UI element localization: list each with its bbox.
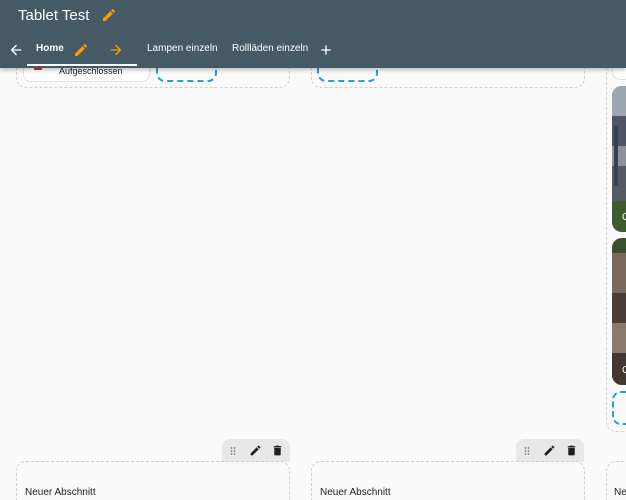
- delete-section-button[interactable]: [560, 440, 582, 462]
- add-card-button[interactable]: [612, 391, 626, 425]
- view-tabs: Home Lampen einzeln Rollläden einzeln: [0, 36, 626, 66]
- new-section-title: Neuer Abschnitt: [25, 487, 96, 498]
- camera-name: G: [622, 365, 626, 376]
- camera-image: [612, 86, 626, 232]
- arrow-right-icon: [110, 44, 122, 56]
- title-row: Tablet Test: [18, 6, 117, 24]
- tab-lampen-einzeln[interactable]: Lampen einzeln: [147, 43, 218, 54]
- drag-handle[interactable]: [516, 440, 538, 462]
- drag-icon: [230, 446, 236, 455]
- edit-section-button[interactable]: [538, 440, 560, 462]
- drag-handle[interactable]: [222, 440, 244, 462]
- app-header: Tablet Test Home Lampen einzeln Rollläde…: [0, 0, 626, 68]
- edit-title-button[interactable]: [101, 7, 117, 23]
- pencil-icon: [103, 8, 116, 21]
- section-toolbar: [222, 439, 290, 462]
- trash-icon: [273, 445, 281, 456]
- add-view-button[interactable]: [318, 42, 334, 58]
- edit-view-button[interactable]: [73, 42, 89, 58]
- delete-section-button[interactable]: [266, 440, 288, 462]
- section-toolbar: [516, 439, 584, 462]
- active-tab-indicator: [27, 64, 137, 66]
- camera-image: [612, 238, 626, 385]
- pencil-icon: [75, 43, 88, 56]
- trash-icon: [567, 445, 575, 456]
- tab-home[interactable]: Home: [36, 43, 64, 54]
- plus-icon: [321, 45, 331, 55]
- move-view-left-button[interactable]: [8, 42, 24, 58]
- edit-section-button[interactable]: [244, 440, 266, 462]
- pencil-icon: [544, 445, 554, 456]
- dashboard-title: Tablet Test: [18, 6, 90, 24]
- move-view-right-button[interactable]: [108, 42, 124, 58]
- tab-rollladen-einzeln[interactable]: Rollläden einzeln: [232, 43, 308, 54]
- camera-name: G: [622, 212, 626, 223]
- new-section-title: Ne: [614, 487, 626, 498]
- drag-icon: [524, 446, 530, 455]
- camera-card[interactable]: G: [612, 238, 626, 385]
- new-section-title: Neuer Abschnitt: [320, 487, 391, 498]
- camera-card[interactable]: G: [612, 86, 626, 232]
- pencil-icon: [250, 445, 260, 456]
- arrow-left-icon: [10, 44, 22, 56]
